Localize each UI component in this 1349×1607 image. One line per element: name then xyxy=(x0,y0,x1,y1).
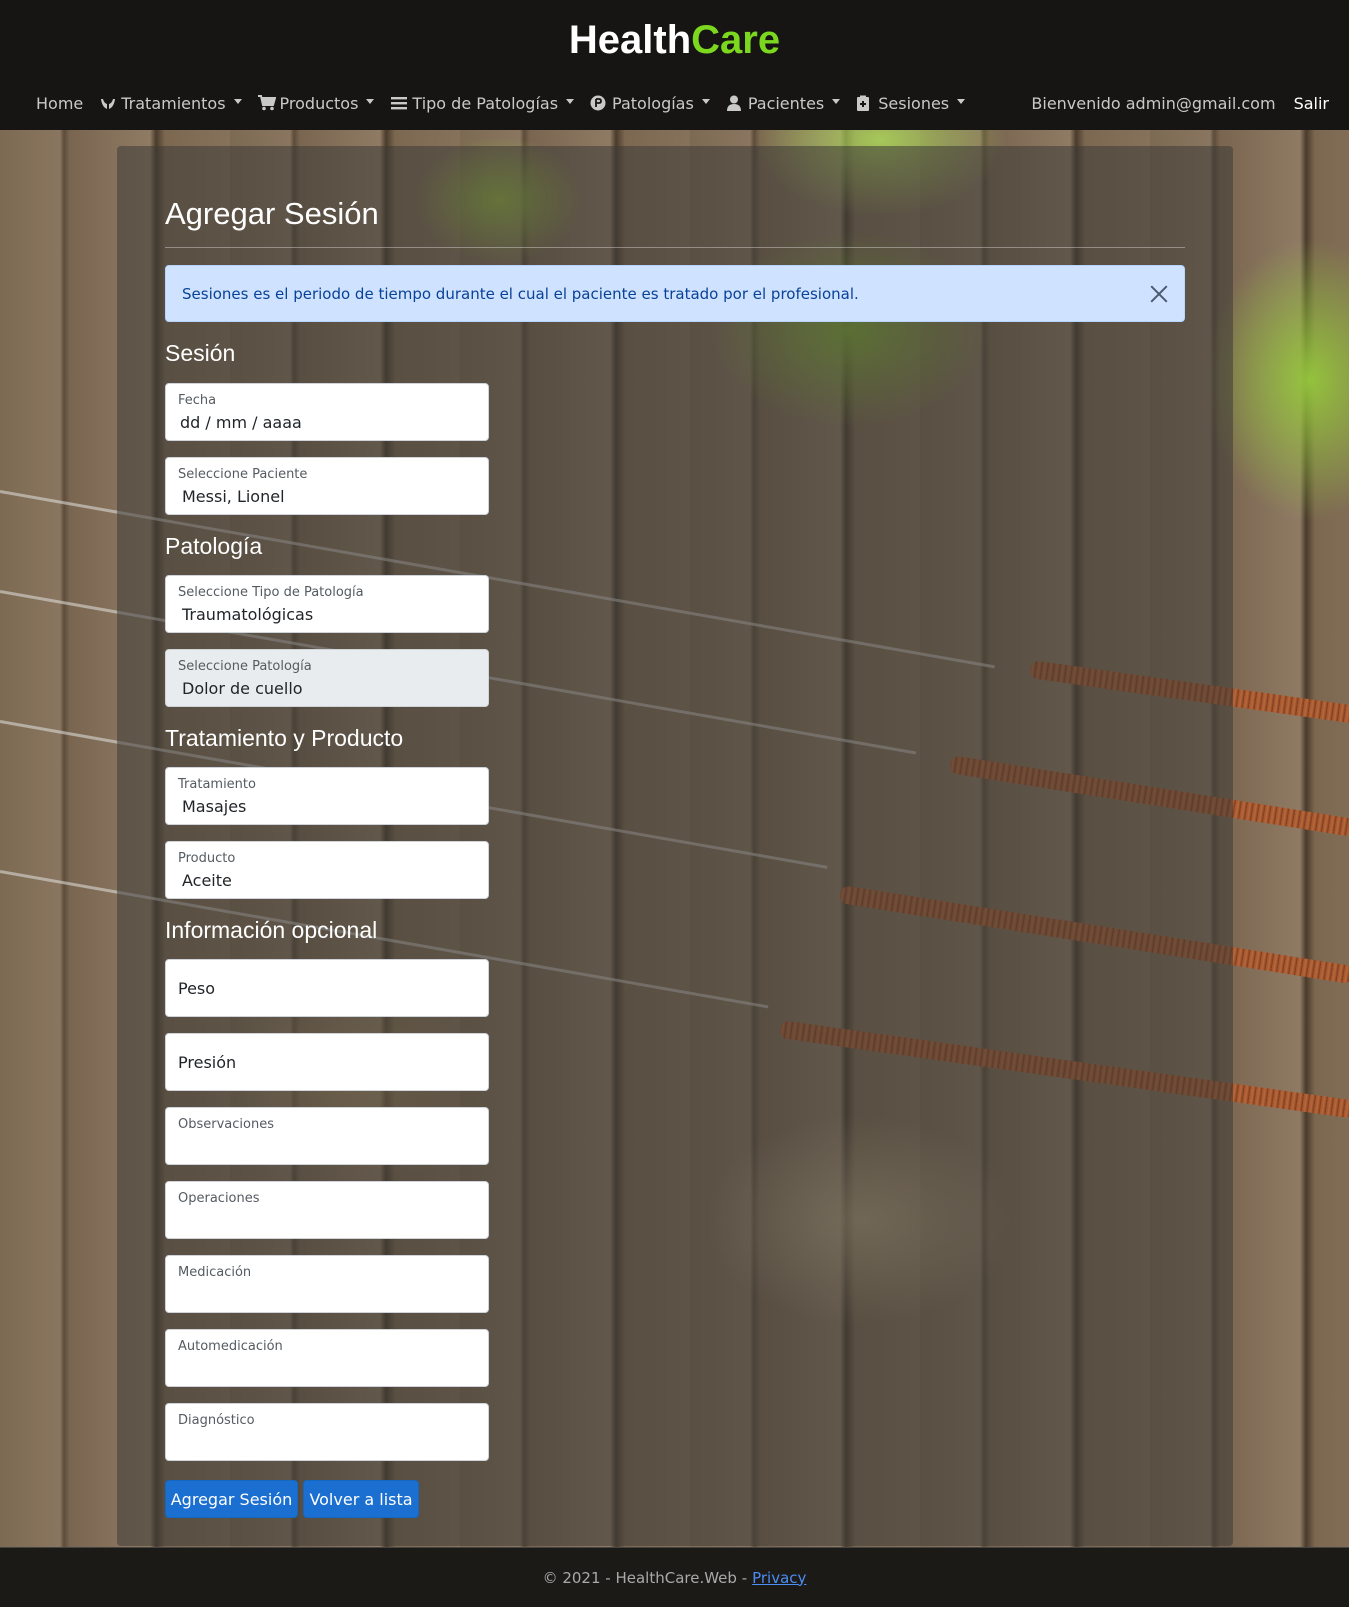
producto-value: Aceite xyxy=(182,871,232,890)
footer-text: © 2021 - HealthCare.Web - xyxy=(542,1568,748,1587)
user-area: Bienvenido admin@gmail.com Salir xyxy=(1031,88,1329,118)
nav-productos[interactable]: Productos xyxy=(257,93,375,113)
operaciones-input[interactable]: Operaciones xyxy=(165,1181,489,1239)
tipo-patologia-label: Seleccione Tipo de Patología xyxy=(178,585,364,600)
paciente-label: Seleccione Paciente xyxy=(178,467,308,482)
diagnostico-label: Diagnóstico xyxy=(178,1413,255,1428)
section-sesion: Sesión xyxy=(165,340,236,366)
nav-patologias[interactable]: Patologías xyxy=(590,94,710,113)
nav-tratamientos-label: Tratamientos xyxy=(121,93,226,113)
automedicacion-input[interactable]: Automedicación xyxy=(165,1329,489,1387)
nav-pacientes[interactable]: Pacientes xyxy=(726,93,841,113)
welcome-text: Bienvenido admin@gmail.com xyxy=(1031,93,1276,113)
p-circle-icon xyxy=(590,95,608,111)
top-header: HealthCare Home Tratamientos Productos T… xyxy=(0,0,1349,130)
medicacion-input[interactable]: Medicación xyxy=(165,1255,489,1313)
chevron-down-icon xyxy=(233,98,242,104)
user-icon xyxy=(726,95,744,111)
section-patologia: Patología xyxy=(165,533,263,559)
nav-home-label: Home xyxy=(36,93,84,113)
presion-input[interactable]: Presión xyxy=(165,1033,489,1091)
logout-link[interactable]: Salir xyxy=(1294,94,1329,113)
patologia-value: Dolor de cuello xyxy=(182,679,303,698)
nav-tipo-patologias[interactable]: Tipo de Patologías xyxy=(390,93,575,113)
chevron-down-icon xyxy=(366,98,375,104)
fecha-value: dd / mm / aaaa xyxy=(180,413,302,432)
nav-sesiones[interactable]: Sesiones xyxy=(856,93,966,113)
agregar-sesion-button[interactable]: Agregar Sesión xyxy=(165,1480,298,1518)
nav-tratamientos[interactable]: Tratamientos xyxy=(99,93,242,113)
tratamiento-label: Tratamiento xyxy=(178,777,256,792)
paciente-value: Messi, Lionel xyxy=(182,487,285,506)
nav-productos-label: Productos xyxy=(279,93,359,113)
hands-icon xyxy=(99,95,117,111)
clipboard-icon xyxy=(856,95,874,111)
observaciones-label: Observaciones xyxy=(178,1117,274,1132)
form-card: Agregar Sesión Sesiones es el periodo de… xyxy=(117,146,1233,1546)
observaciones-input[interactable]: Observaciones xyxy=(165,1107,489,1165)
nav-sesiones-label: Sesiones xyxy=(878,93,950,113)
tratamiento-value: Masajes xyxy=(182,797,247,816)
medicacion-label: Medicación xyxy=(178,1265,252,1280)
info-alert: Sesiones es el periodo de tiempo durante… xyxy=(165,265,1185,322)
alert-text: Sesiones es el periodo de tiempo durante… xyxy=(182,284,859,303)
automedicacion-label: Automedicación xyxy=(178,1339,283,1354)
peso-input[interactable]: Peso xyxy=(165,959,489,1017)
close-icon[interactable] xyxy=(1148,283,1170,305)
diagnostico-input[interactable]: Diagnóstico xyxy=(165,1403,489,1461)
peso-placeholder: Peso xyxy=(178,979,216,998)
operaciones-label: Operaciones xyxy=(178,1191,260,1206)
chevron-down-icon xyxy=(566,98,575,104)
page-title: Agregar Sesión xyxy=(165,196,379,231)
fecha-label: Fecha xyxy=(178,393,217,408)
patologia-select[interactable]: Seleccione Patología Dolor de cuello xyxy=(165,649,489,707)
main-nav: Home Tratamientos Productos Tipo de Pato… xyxy=(36,88,981,118)
paciente-select[interactable]: Seleccione Paciente Messi, Lionel xyxy=(165,457,489,515)
fecha-field[interactable]: Fecha dd / mm / aaaa xyxy=(165,383,489,441)
section-tratamiento: Tratamiento y Producto xyxy=(165,725,404,751)
tipo-patologia-value: Traumatológicas xyxy=(182,605,314,624)
cart-icon xyxy=(257,95,276,111)
chevron-down-icon xyxy=(957,98,966,104)
volver-lista-button[interactable]: Volver a lista xyxy=(303,1480,419,1518)
nav-tipo-patologias-label: Tipo de Patologías xyxy=(412,93,559,113)
brand-logo[interactable]: HealthCare xyxy=(0,18,1349,63)
chevron-down-icon xyxy=(701,98,710,104)
tratamiento-select[interactable]: Tratamiento Masajes xyxy=(165,767,489,825)
presion-placeholder: Presión xyxy=(178,1053,237,1072)
section-opcional: Información opcional xyxy=(165,917,378,943)
nav-patologias-label: Patologías xyxy=(612,93,694,113)
footer: © 2021 - HealthCare.Web - Privacy xyxy=(0,1547,1349,1607)
tipo-patologia-select[interactable]: Seleccione Tipo de Patología Traumatológ… xyxy=(165,575,489,633)
producto-select[interactable]: Producto Aceite xyxy=(165,841,489,899)
nav-pacientes-label: Pacientes xyxy=(747,93,825,113)
producto-label: Producto xyxy=(178,851,236,866)
divider xyxy=(165,247,1185,248)
nav-home[interactable]: Home xyxy=(36,94,83,113)
privacy-link[interactable]: Privacy xyxy=(752,1569,806,1587)
list-icon xyxy=(390,95,408,111)
chevron-down-icon xyxy=(832,98,841,104)
patologia-label: Seleccione Patología xyxy=(178,659,312,674)
